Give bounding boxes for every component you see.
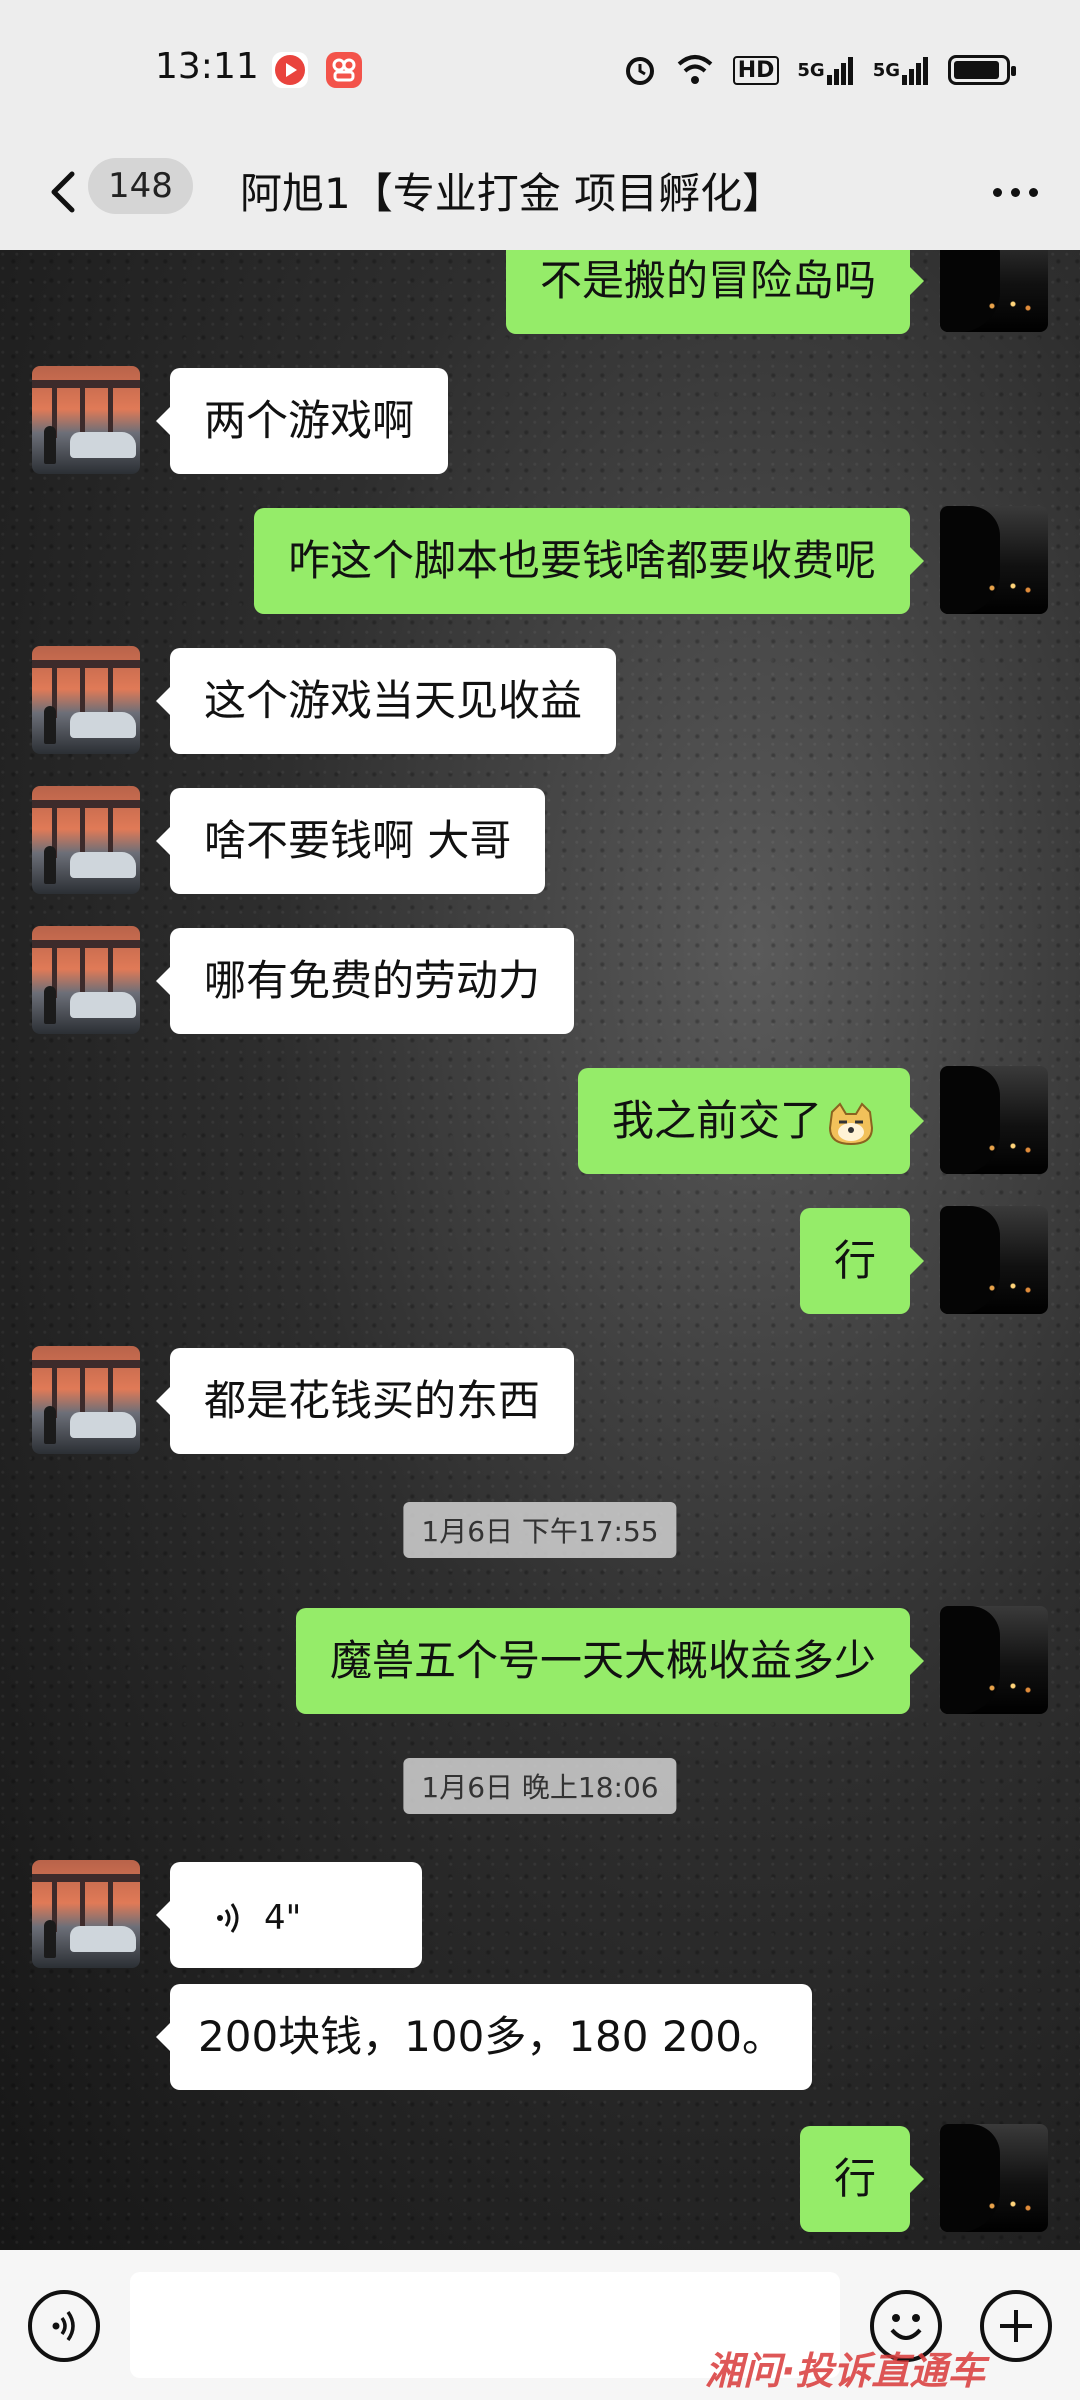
- message-bubble-received[interactable]: 都是花钱买的东西: [155, 1348, 575, 1454]
- message-bubble-sent[interactable]: 咋这个脚本也要钱啥都要收费呢: [253, 508, 925, 614]
- voice-wave-icon: [214, 1898, 244, 1938]
- avatar-contact[interactable]: [32, 926, 140, 1034]
- avatar-contact[interactable]: [32, 786, 140, 894]
- message-bubble-sent[interactable]: 我之前交了: [577, 1068, 925, 1174]
- voice-message-bubble[interactable]: 4": [156, 1862, 422, 1968]
- chat-header: 148 阿旭1【专业打金 项目孵化】: [0, 140, 1080, 250]
- more-options-button[interactable]: [980, 162, 1050, 222]
- avatar-contact[interactable]: [32, 366, 140, 474]
- message-bubble-received[interactable]: 两个游戏啊: [155, 368, 449, 474]
- alarm-icon: [623, 52, 657, 88]
- voice-input-button[interactable]: [28, 2290, 100, 2362]
- hd-icon: HD: [732, 52, 780, 88]
- message-bubble-received[interactable]: 200块钱，100多，180 200。: [155, 1984, 813, 2090]
- more-functions-button[interactable]: [980, 2290, 1052, 2362]
- message-bubble-sent[interactable]: 行: [799, 1208, 925, 1314]
- timestamp-divider: 1月6日 晚上18:06: [403, 1758, 677, 1814]
- message-bubble-sent[interactable]: 行: [799, 2126, 925, 2232]
- avatar-self[interactable]: [940, 250, 1048, 332]
- avatar-contact[interactable]: [32, 646, 140, 754]
- signal-5g-icon: 5G: [797, 52, 854, 88]
- timestamp-divider: 1月6日 下午17:55: [403, 1502, 677, 1558]
- doge-emoji-icon: [826, 1101, 876, 1146]
- shopping-app-icon: [326, 52, 362, 88]
- avatar-self[interactable]: [940, 1066, 1048, 1174]
- message-bubble-received[interactable]: 啥不要钱啊 大哥: [155, 788, 546, 894]
- voice-duration: 4": [264, 1898, 302, 1938]
- avatar-contact[interactable]: [32, 1860, 140, 1968]
- voice-icon: [52, 2310, 75, 2342]
- signal-5g-icon-2: 5G: [873, 52, 930, 88]
- avatar-self[interactable]: [940, 506, 1048, 614]
- message-bubble-received[interactable]: 这个游戏当天见收益: [155, 648, 617, 754]
- more-icon: [992, 187, 1002, 197]
- video-app-icon: [272, 52, 308, 88]
- watermark: 湘问·投诉直通车: [705, 2349, 986, 2393]
- unread-badge[interactable]: 148: [88, 158, 193, 214]
- page-title[interactable]: 阿旭1【专业打金 项目孵化】: [240, 160, 784, 221]
- wifi-icon: [675, 52, 715, 88]
- message-bubble-sent[interactable]: 不是搬的冒险岛吗: [505, 250, 925, 334]
- message-bubble-sent[interactable]: 魔兽五个号一天大概收益多少: [295, 1608, 925, 1714]
- battery-icon: [948, 52, 1016, 88]
- avatar-self[interactable]: [940, 1206, 1048, 1314]
- avatar-self[interactable]: [940, 2124, 1048, 2232]
- plus-icon: [1000, 2310, 1032, 2342]
- chat-history[interactable]: 不是搬的冒险岛吗 两个游戏啊 咋这个脚本也要钱啥都要收费呢 这个游戏当天见收益 …: [0, 250, 1080, 2250]
- status-icons: HD 5G 5G: [623, 52, 1016, 88]
- avatar-self[interactable]: [940, 1606, 1048, 1714]
- status-time: 13:11: [155, 46, 259, 87]
- message-bubble-received[interactable]: 哪有免费的劳动力: [155, 928, 575, 1034]
- status-bar: 13:11 HD 5G 5G: [0, 0, 1080, 140]
- avatar-contact[interactable]: [32, 1346, 140, 1454]
